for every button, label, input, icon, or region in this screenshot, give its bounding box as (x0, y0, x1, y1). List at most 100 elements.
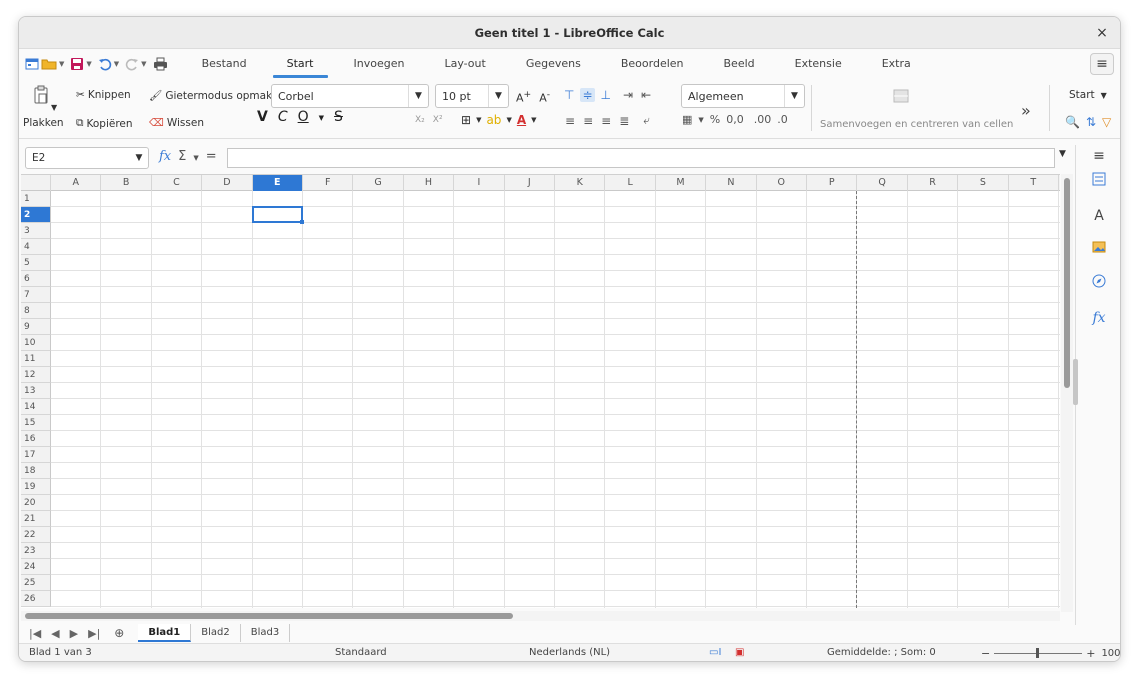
ribbon-overflow-icon[interactable]: » (1021, 101, 1031, 120)
column-header[interactable]: Q (857, 175, 908, 191)
column-header[interactable]: R (908, 175, 959, 191)
start-dropdown[interactable]: Start ▼ (1069, 89, 1107, 101)
tab-start[interactable]: Start (267, 49, 334, 79)
open-folder-icon[interactable] (41, 54, 57, 74)
cell-grid[interactable] (51, 191, 1060, 608)
tab-lay-out[interactable]: Lay-out (424, 49, 505, 79)
save-icon[interactable] (70, 54, 84, 74)
row-header[interactable]: 1 (21, 191, 51, 207)
sheet-tab-blad1[interactable]: Blad1 (138, 624, 192, 642)
filter-icon[interactable]: ▽ (1102, 115, 1111, 129)
underline-icon[interactable]: O (298, 109, 309, 127)
add-decimal-icon[interactable]: .00 (754, 113, 772, 126)
gallery-icon[interactable] (1088, 239, 1110, 261)
formula-input[interactable] (227, 148, 1055, 168)
clone-formatting-button[interactable]: 🖌 Gietermodus opmaken (149, 89, 285, 103)
row-header[interactable]: 21 (21, 511, 51, 527)
row-header[interactable]: 18 (21, 463, 51, 479)
tab-beoordelen[interactable]: Beoordelen (601, 49, 704, 79)
italic-icon[interactable]: C (278, 109, 288, 127)
navigator-icon[interactable] (1088, 273, 1110, 295)
subscript-icon[interactable]: X₂ (415, 115, 425, 125)
column-header[interactable]: L (605, 175, 656, 191)
copy-button[interactable]: ⧉ Kopiëren (76, 117, 133, 130)
tab-beeld[interactable]: Beeld (704, 49, 775, 79)
wrap-text-icon[interactable]: ⤶ (643, 113, 650, 128)
row-header[interactable]: 8 (21, 303, 51, 319)
chevron-down-icon[interactable]: ▼ (319, 109, 324, 127)
column-header[interactable]: C (152, 175, 203, 191)
first-sheet-icon[interactable]: |◀ (29, 627, 41, 640)
zoom-knob[interactable] (1036, 648, 1040, 658)
horizontal-scrollbar[interactable] (21, 611, 1060, 621)
remove-decimal-icon[interactable]: .0 (777, 113, 788, 126)
row-header[interactable]: 19 (21, 479, 51, 495)
document-modified-icon[interactable]: ▣ (735, 647, 744, 658)
sidebar-resize-handle[interactable] (1073, 359, 1078, 405)
properties-icon[interactable] (1088, 171, 1110, 193)
chevron-down-icon[interactable]: ▼ (141, 60, 146, 68)
row-header[interactable]: 11 (21, 351, 51, 367)
row-header[interactable]: 24 (21, 559, 51, 575)
row-header[interactable]: 7 (21, 287, 51, 303)
horizontal-scrollbar-thumb[interactable] (25, 613, 513, 619)
row-header[interactable]: 13 (21, 383, 51, 399)
merge-label[interactable]: Samenvoegen en centreren van cellen (820, 119, 1013, 130)
tab-gegevens[interactable]: Gegevens (506, 49, 601, 79)
column-header[interactable]: T (1009, 175, 1059, 191)
grow-font-icon[interactable]: A+ (516, 89, 531, 105)
column-header[interactable]: O (757, 175, 807, 191)
selected-cell-cursor[interactable] (251, 206, 304, 224)
align-center-icon[interactable]: ≡ (583, 114, 593, 128)
tab-bestand[interactable]: Bestand (182, 49, 267, 79)
column-header[interactable]: D (202, 175, 253, 191)
hamburger-menu-icon[interactable]: ≡ (1090, 53, 1114, 75)
row-header[interactable]: 10 (21, 335, 51, 351)
last-sheet-icon[interactable]: ▶| (88, 627, 100, 640)
align-left-icon[interactable]: ≡ (565, 114, 575, 128)
redo-icon[interactable] (125, 54, 139, 74)
borders-icon[interactable]: ⊞ (461, 113, 471, 127)
print-icon[interactable] (153, 54, 168, 74)
row-header[interactable]: 4 (21, 239, 51, 255)
vertical-scrollbar[interactable] (1061, 174, 1073, 612)
row-header[interactable]: 26 (21, 591, 51, 607)
expand-formula-icon[interactable]: ▼ (1059, 149, 1066, 159)
chevron-down-icon[interactable]: ▼ (408, 85, 428, 107)
row-header[interactable]: 2 (21, 207, 51, 223)
strikethrough-icon[interactable]: S (334, 109, 343, 127)
clear-button[interactable]: ⌫ Wissen (149, 117, 204, 129)
next-sheet-icon[interactable]: ▶ (70, 627, 78, 640)
column-header[interactable]: F (303, 175, 354, 191)
chevron-down-icon[interactable]: ▼ (506, 116, 511, 124)
column-header[interactable]: H (404, 175, 455, 191)
column-header[interactable]: B (101, 175, 152, 191)
paste-button[interactable] (33, 85, 49, 105)
align-middle-icon[interactable]: ≑ (580, 88, 595, 102)
align-right-icon[interactable]: ≡ (601, 114, 611, 128)
vertical-scrollbar-thumb[interactable] (1064, 178, 1070, 388)
undo-icon[interactable] (98, 54, 112, 74)
spreadsheet-grid[interactable]: ABCDEFGHIJKLMNOPQRST 1 2 3 4 5 6 7 8 9 10 11 12 13 14… (21, 174, 1060, 608)
chevron-down-icon[interactable]: ▼ (114, 60, 119, 68)
column-header[interactable]: E (252, 175, 303, 191)
column-header[interactable]: I (454, 175, 505, 191)
font-name-combo[interactable]: Corbel ▼ (271, 84, 429, 108)
sheet-tab-blad3[interactable]: Blad3 (241, 624, 291, 642)
row-header[interactable]: 15 (21, 415, 51, 431)
row-header[interactable]: 22 (21, 527, 51, 543)
number-icon[interactable]: 0,0 (726, 113, 744, 126)
tab-extra[interactable]: Extra (862, 49, 931, 79)
chevron-down-icon[interactable]: ▼ (784, 85, 804, 107)
align-bottom-icon[interactable]: ⊥ (601, 88, 611, 102)
chevron-down-icon[interactable]: ▼ (59, 60, 64, 68)
close-icon[interactable]: × (1094, 25, 1110, 41)
zoom-track[interactable] (994, 648, 1083, 658)
row-header[interactable]: 6 (21, 271, 51, 287)
tab-extensie[interactable]: Extensie (775, 49, 862, 79)
row-header[interactable]: 3 (21, 223, 51, 239)
tab-invoegen[interactable]: Invoegen (334, 49, 425, 79)
sum-icon[interactable]: Σ (178, 149, 186, 167)
select-all-corner[interactable] (21, 175, 51, 191)
chevron-down-icon[interactable]: ▼ (531, 116, 536, 124)
